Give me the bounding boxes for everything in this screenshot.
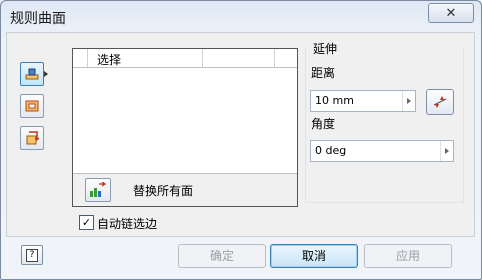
angle-value: 0 deg bbox=[315, 144, 347, 157]
selection-footer: 替换所有面 bbox=[73, 173, 297, 206]
angle-arrow-icon[interactable] bbox=[440, 141, 453, 161]
extend-group-title: 延伸 bbox=[311, 40, 340, 57]
replace-faces-icon bbox=[90, 182, 107, 197]
mode-sweep-button[interactable] bbox=[20, 126, 44, 150]
mode-tangent-button[interactable] bbox=[20, 94, 44, 118]
flip-direction-icon bbox=[433, 96, 447, 108]
auto-chain-label: 自动链选边 bbox=[97, 217, 158, 231]
mode-normal-button[interactable] bbox=[20, 62, 48, 86]
apply-button[interactable]: 应用 bbox=[364, 244, 452, 268]
help-icon: ? bbox=[26, 248, 38, 262]
ruled-surface-tangent-icon bbox=[25, 100, 39, 112]
selection-list[interactable]: 选择 替换所有面 bbox=[72, 48, 298, 207]
distance-field[interactable]: 10 mm bbox=[310, 90, 416, 112]
distance-arrow-icon[interactable] bbox=[402, 91, 415, 111]
selection-header: 选择 bbox=[73, 49, 297, 68]
replace-all-label: 替换所有面 bbox=[133, 184, 194, 198]
auto-chain-checkbox[interactable]: ✓ bbox=[79, 215, 94, 230]
angle-field[interactable]: 0 deg bbox=[310, 140, 454, 162]
replace-all-button[interactable] bbox=[85, 178, 111, 202]
selection-column-label: 选择 bbox=[97, 53, 122, 67]
close-button[interactable]: ✕ bbox=[428, 3, 474, 23]
ruled-surface-normal-icon bbox=[25, 68, 39, 80]
angle-label: 角度 bbox=[311, 117, 336, 131]
ok-button[interactable]: 确定 bbox=[178, 244, 266, 268]
cancel-button[interactable]: 取消 bbox=[270, 244, 358, 268]
distance-value: 10 mm bbox=[315, 94, 354, 107]
help-button[interactable]: ? bbox=[21, 245, 43, 265]
dialog-title: 规则曲面 bbox=[10, 11, 66, 27]
flip-direction-button[interactable] bbox=[426, 89, 454, 115]
close-icon: ✕ bbox=[445, 5, 457, 21]
ruled-surface-sweep-icon bbox=[26, 131, 40, 145]
distance-label: 距离 bbox=[311, 66, 336, 80]
